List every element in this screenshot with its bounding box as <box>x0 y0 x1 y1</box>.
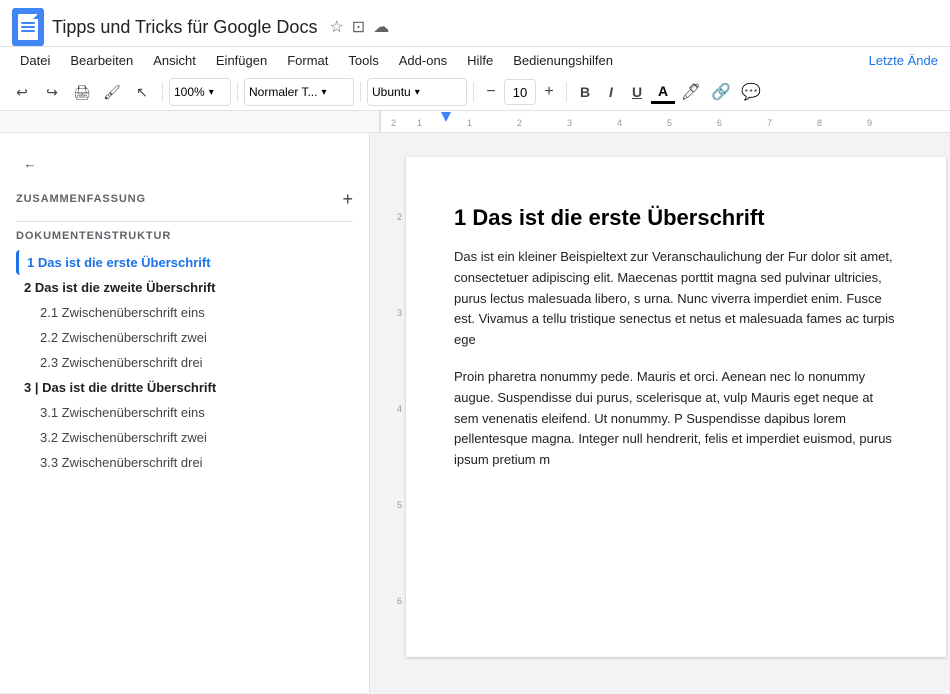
back-icon: ← <box>24 156 37 171</box>
ruler-mark-9: 9 <box>867 118 872 128</box>
menu-einfuegen[interactable]: Einfügen <box>208 49 275 72</box>
ruler-mark-1: 1 <box>467 118 472 128</box>
font-value: Ubuntu <box>372 85 411 99</box>
summary-title: ZUSAMMENFASSUNG <box>16 193 146 205</box>
font-select[interactable]: Ubuntu ▾ <box>367 78 467 106</box>
margin-num-5: 5 <box>388 497 402 513</box>
ruler-mark-neg2: 2 <box>391 118 396 128</box>
font-size-decrease[interactable]: − <box>480 81 502 103</box>
summary-add-button[interactable]: + <box>342 189 353 210</box>
italic-button[interactable]: I <box>599 80 623 104</box>
outline-item-7[interactable]: 3.1 Zwischenüberschrift eins <box>32 400 353 425</box>
ruler: 2 1 1 2 3 4 5 6 7 8 9 <box>0 111 950 133</box>
menu-bearbeiten[interactable]: Bearbeiten <box>62 49 141 72</box>
menu-datei[interactable]: Datei <box>12 49 58 72</box>
font-size-increase[interactable]: + <box>538 81 560 103</box>
margin-num-6: 6 <box>388 593 402 609</box>
outline-item-4[interactable]: 2.2 Zwischenüberschrift zwei <box>32 325 353 350</box>
margin-num-4: 4 <box>388 401 402 417</box>
outline-item-1[interactable]: 1 Das ist die erste Überschrift <box>16 250 353 275</box>
print-button[interactable]: 🖨 <box>68 78 96 106</box>
style-select[interactable]: Normaler T... ▾ <box>244 78 354 106</box>
menu-ansicht[interactable]: Ansicht <box>145 49 204 72</box>
zoom-select[interactable]: 100% ▾ <box>169 78 231 106</box>
last-edited: Letzte Ände <box>869 53 938 68</box>
menu-addons[interactable]: Add-ons <box>391 49 455 72</box>
toolbar-sep-3 <box>360 82 361 102</box>
zoom-chevron: ▾ <box>209 87 214 98</box>
ruler-mark-2: 2 <box>517 118 522 128</box>
menu-tools[interactable]: Tools <box>340 49 386 72</box>
margin-num-7: 7 <box>388 689 402 693</box>
sidebar-divider <box>16 221 353 222</box>
cursor-button[interactable]: ↖ <box>128 78 156 106</box>
doc-heading1: 1 Das ist die erste Überschrift <box>454 205 898 231</box>
margin-num-3: 3 <box>388 305 402 321</box>
ruler-mark-5: 5 <box>667 118 672 128</box>
undo-button[interactable]: ↩ <box>8 78 36 106</box>
toolbar-sep-1 <box>162 82 163 102</box>
outline-item-2[interactable]: 2 Das ist die zweite Überschrift <box>16 275 353 300</box>
menu-bar: Datei Bearbeiten Ansicht Einfügen Format… <box>0 47 950 74</box>
font-size-area: − + <box>480 79 560 105</box>
style-chevron: ▾ <box>321 87 326 98</box>
doc-page[interactable]: 1 Das ist die erste Überschrift Das ist … <box>406 157 946 657</box>
back-button[interactable]: ← <box>16 149 44 177</box>
ruler-mark-6: 6 <box>717 118 722 128</box>
redo-button[interactable]: ↪ <box>38 78 66 106</box>
menu-bedienungshilfen[interactable]: Bedienungshilfen <box>505 49 621 72</box>
font-size-input[interactable] <box>504 79 536 105</box>
paint-format-button[interactable]: 🖌 <box>98 78 126 106</box>
toolbar-sep-5 <box>566 82 567 102</box>
outline-item-8[interactable]: 3.2 Zwischenüberschrift zwei <box>32 425 353 450</box>
ruler-mark-neg1: 1 <box>417 118 422 128</box>
cloud-icon[interactable]: ☁ <box>373 17 389 37</box>
document-area[interactable]: 2 3 4 5 6 7 8 1 Das ist die erste Übersc… <box>370 133 950 693</box>
outline-item-3[interactable]: 2.1 Zwischenüberschrift eins <box>32 300 353 325</box>
title-icons: ☆ ⊡ ☁ <box>329 17 389 37</box>
doc-icon <box>12 8 44 46</box>
font-chevron: ▾ <box>415 87 420 98</box>
zoom-value: 100% <box>174 85 205 99</box>
menu-hilfe[interactable]: Hilfe <box>459 49 501 72</box>
margin-num-2: 2 <box>388 209 402 225</box>
doc-paragraph1: Das ist ein kleiner Beispieltext zur Ver… <box>454 247 898 351</box>
underline-button[interactable]: U <box>625 80 649 104</box>
document-title: Tipps und Tricks für Google Docs <box>52 17 317 38</box>
ruler-mark-7: 7 <box>767 118 772 128</box>
menu-format[interactable]: Format <box>279 49 336 72</box>
bold-button[interactable]: B <box>573 80 597 104</box>
ruler-track: 2 1 1 2 3 4 5 6 7 8 9 <box>380 111 950 132</box>
toolbar: ↩ ↪ 🖨 🖌 ↖ 100% ▾ Normaler T... ▾ Ubuntu … <box>0 74 950 111</box>
outline-item-9[interactable]: 3.3 Zwischenüberschrift drei <box>32 450 353 475</box>
main-area: ← ZUSAMMENFASSUNG + DOKUMENTENSTRUKTUR 1… <box>0 133 950 693</box>
highlight-button[interactable]: 🖊 <box>677 78 705 106</box>
star-icon[interactable]: ☆ <box>329 17 343 37</box>
ruler-mark-8: 8 <box>817 118 822 128</box>
drive-icon[interactable]: ⊡ <box>352 17 365 37</box>
toolbar-sep-4 <box>473 82 474 102</box>
link-button[interactable]: 🔗 <box>707 78 735 106</box>
structure-title: DOKUMENTENSTRUKTUR <box>16 230 353 242</box>
ruler-mark-4: 4 <box>617 118 622 128</box>
toolbar-sep-2 <box>237 82 238 102</box>
doc-paragraph2: Proin pharetra nonummy pede. Mauris et o… <box>454 367 898 471</box>
style-value: Normaler T... <box>249 85 317 99</box>
outline-item-5[interactable]: 2.3 Zwischenüberschrift drei <box>32 350 353 375</box>
title-bar: Tipps und Tricks für Google Docs ☆ ⊡ ☁ <box>0 0 950 47</box>
comment-button[interactable]: 💬 <box>737 78 765 106</box>
font-color-button[interactable]: A <box>651 80 675 104</box>
ruler-mark-3: 3 <box>567 118 572 128</box>
sidebar: ← ZUSAMMENFASSUNG + DOKUMENTENSTRUKTUR 1… <box>0 133 370 693</box>
summary-section: ZUSAMMENFASSUNG + <box>16 185 353 213</box>
outline-item-6[interactable]: 3 | Das ist die dritte Überschrift <box>16 375 353 400</box>
